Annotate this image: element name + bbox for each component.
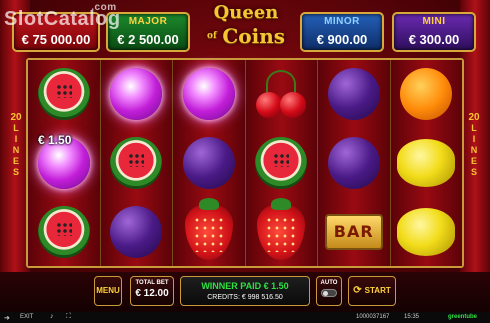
lemon-icon	[397, 139, 456, 187]
watermelon-icon	[37, 205, 90, 258]
reels-area: € 1.50 BAR	[26, 58, 464, 268]
start-label: START	[364, 286, 391, 295]
reel-cell	[246, 60, 318, 129]
plum-icon	[327, 137, 380, 189]
plum-glow-icon	[110, 68, 163, 121]
lines-letter: I	[14, 134, 18, 144]
auto-label: AUTO	[320, 280, 338, 286]
reel-cell	[246, 197, 318, 266]
round-id: 1000037167	[356, 314, 390, 320]
reel-cell	[173, 60, 245, 129]
winner-paid-text: WINNER PAID € 1.50	[201, 281, 289, 291]
reel-cell	[173, 129, 245, 198]
total-bet-value: € 12.00	[135, 288, 169, 299]
strawberry-icon	[257, 197, 306, 260]
reel-5: BAR	[318, 60, 391, 266]
plum-glow-icon	[182, 68, 235, 121]
lines-letter: S	[12, 167, 19, 177]
reel-cell	[28, 197, 100, 266]
game-logo: Queen of Coins	[196, 2, 296, 58]
credits-text: CREDITS: € 998 516.50	[207, 294, 283, 301]
status-bar: ➜ EXIT ♪ ⛶ 1000037167 15:35 greentube	[0, 312, 490, 323]
clock: 15:35	[404, 314, 420, 320]
reel-cell	[28, 60, 100, 129]
exit-icon[interactable]: ➜	[4, 314, 10, 322]
logo-coins: Coins	[222, 24, 286, 48]
reel-cell	[101, 60, 173, 129]
reel-3	[173, 60, 246, 266]
lines-indicator-left: 20 L I N E S	[8, 112, 24, 178]
lines-count-right: 20	[468, 112, 480, 123]
lines-letter: I	[472, 134, 476, 144]
sound-icon[interactable]: ♪	[50, 313, 54, 320]
lemon-icon	[397, 207, 456, 256]
jackpot-major-value: € 2 500.00	[117, 32, 179, 47]
jackpot-mini-label: MINI	[422, 16, 446, 27]
reel-cell	[391, 129, 463, 198]
status-display: WINNER PAID € 1.50 CREDITS: € 998 516.50	[180, 276, 310, 306]
total-bet-button[interactable]: TOTAL BET € 12.00	[130, 276, 174, 306]
plum-icon	[182, 137, 235, 189]
reel-cell	[101, 197, 173, 266]
lines-letter: E	[470, 156, 477, 166]
spin-icon: ⟳	[353, 285, 362, 296]
lines-letter: L	[471, 123, 477, 133]
watermark-com: .com	[91, 2, 117, 13]
jackpot-minor-label: MINOR	[324, 16, 360, 27]
reel-4	[245, 60, 318, 266]
toggle-switch-icon	[321, 289, 337, 297]
brand-logo: greentube	[448, 314, 478, 320]
lines-letter: N	[12, 145, 20, 155]
reel-cell	[318, 129, 390, 198]
autoplay-toggle[interactable]: AUTO	[316, 276, 342, 306]
reel-2	[100, 60, 173, 266]
menu-button[interactable]: MENU	[94, 276, 122, 306]
fullscreen-icon[interactable]: ⛶	[66, 313, 71, 321]
plum-icon	[327, 68, 380, 121]
reel-6	[390, 60, 463, 266]
watermelon-icon	[255, 137, 308, 189]
start-button[interactable]: ⟳ START	[348, 276, 396, 306]
watermelon-icon	[110, 137, 163, 189]
plum-icon	[110, 205, 163, 258]
jackpot-grand-value: € 75 000.00	[21, 32, 91, 47]
exit-link[interactable]: EXIT	[20, 314, 33, 320]
bar-icon: BAR	[324, 213, 383, 250]
watermelon-icon	[37, 68, 90, 121]
reel-cell	[391, 60, 463, 129]
cherry-icon	[254, 68, 308, 120]
reel-1: € 1.50	[28, 60, 101, 266]
lines-letter: S	[470, 167, 477, 177]
reel-cell	[391, 197, 463, 266]
reel-cell: BAR	[318, 197, 390, 266]
strawberry-icon	[184, 197, 233, 260]
reel-cell	[246, 129, 318, 198]
lines-letter: N	[470, 145, 478, 155]
lines-count-left: 20	[10, 112, 22, 123]
lines-letter: L	[13, 123, 19, 133]
win-amount-label: € 1.50	[38, 132, 72, 147]
total-bet-label: TOTAL BET	[135, 280, 169, 286]
jackpot-minor-value: € 900.00	[316, 32, 368, 47]
lines-letter: E	[12, 156, 19, 166]
bar-symbol-text: BAR	[333, 222, 374, 242]
logo-queen: Queen	[213, 2, 279, 23]
reel-cell	[173, 197, 245, 266]
reel-cell	[101, 129, 173, 198]
jackpot-mini: MINI € 300.00	[392, 12, 476, 52]
jackpot-minor: MINOR € 900.00	[300, 12, 384, 52]
watermark: SlotCatalog .com	[4, 2, 121, 31]
logo-of: of	[206, 31, 217, 41]
reel-cell: € 1.50	[28, 129, 100, 198]
lines-indicator-right: 20 L I N E S	[466, 112, 482, 178]
reel-cell	[318, 60, 390, 129]
orange-icon	[400, 68, 453, 121]
jackpot-mini-value: € 300.00	[408, 32, 460, 47]
